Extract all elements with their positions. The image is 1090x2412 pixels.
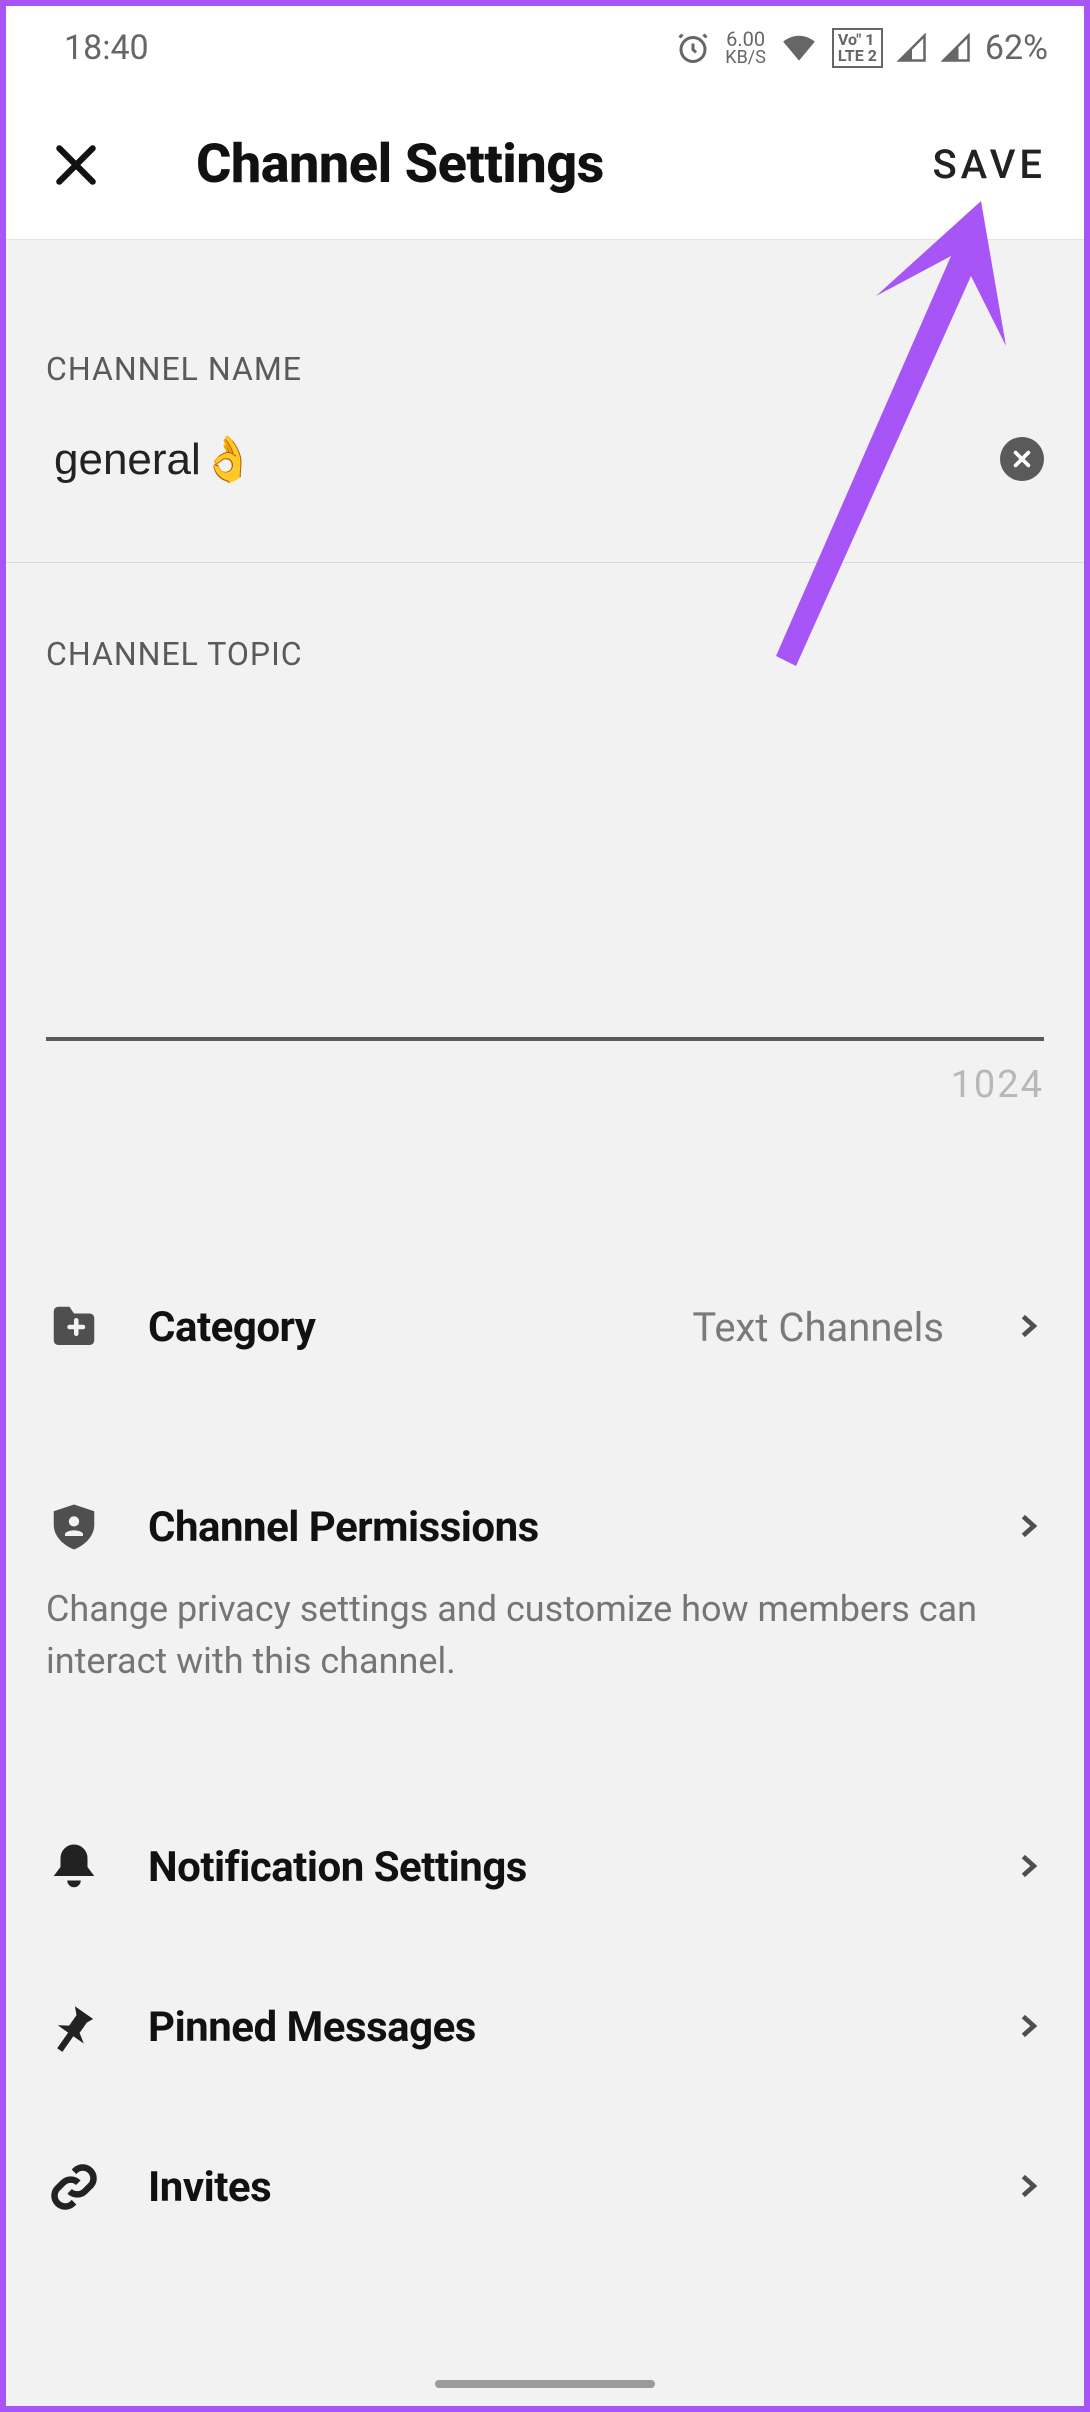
row-category[interactable]: Category Text Channels [6, 1247, 1084, 1407]
chevron-right-icon [1014, 2012, 1044, 2042]
wifi-icon [780, 29, 818, 67]
row-invites[interactable]: Invites [6, 2107, 1084, 2267]
chevron-right-icon [1014, 1852, 1044, 1882]
signal-icon-1 [897, 33, 927, 63]
row-pinned[interactable]: Pinned Messages [6, 1947, 1084, 2107]
row-category-label: Category [148, 1303, 315, 1352]
chevron-right-icon [1014, 1512, 1044, 1542]
chevron-right-icon [1014, 2172, 1044, 2202]
bell-icon [46, 1839, 102, 1895]
channel-name-input[interactable] [54, 416, 1000, 502]
row-permissions-label: Channel Permissions [148, 1503, 539, 1552]
alarm-icon [675, 30, 711, 66]
clear-name-button[interactable] [1000, 437, 1044, 481]
folder-plus-icon [46, 1299, 102, 1355]
app-header: Channel Settings SAVE [6, 90, 1084, 240]
row-invites-label: Invites [148, 2163, 271, 2212]
network-speed: 6.00 KB/S [725, 29, 766, 67]
lte-badge: Vo" 1 LTE 2 [832, 28, 883, 68]
topic-counter: 1024 [6, 1063, 1044, 1107]
close-button[interactable] [46, 135, 106, 195]
row-pinned-label: Pinned Messages [148, 2003, 476, 2052]
row-notifications[interactable]: Notification Settings [6, 1787, 1084, 1947]
channel-topic-input[interactable] [46, 741, 1044, 1041]
signal-icon-2 [941, 33, 971, 63]
shield-user-icon [46, 1499, 102, 1555]
row-permissions-desc: Change privacy settings and customize ho… [6, 1583, 1084, 1747]
row-notifications-label: Notification Settings [148, 1843, 527, 1892]
channel-topic-label: CHANNEL TOPIC [6, 563, 1084, 701]
chevron-right-icon [1014, 1312, 1044, 1342]
pin-icon [46, 1999, 102, 2055]
channel-name-label: CHANNEL NAME [6, 240, 1084, 416]
link-icon [46, 2159, 102, 2215]
status-time: 18:40 [64, 28, 149, 68]
gesture-bar [435, 2380, 655, 2388]
page-title: Channel Settings [196, 133, 604, 196]
battery-percent: 62% [985, 28, 1048, 68]
save-button[interactable]: SAVE [922, 121, 1056, 208]
row-category-value: Text Channels [692, 1304, 944, 1351]
status-bar: 18:40 6.00 KB/S Vo" 1 LTE 2 62% [6, 6, 1084, 90]
